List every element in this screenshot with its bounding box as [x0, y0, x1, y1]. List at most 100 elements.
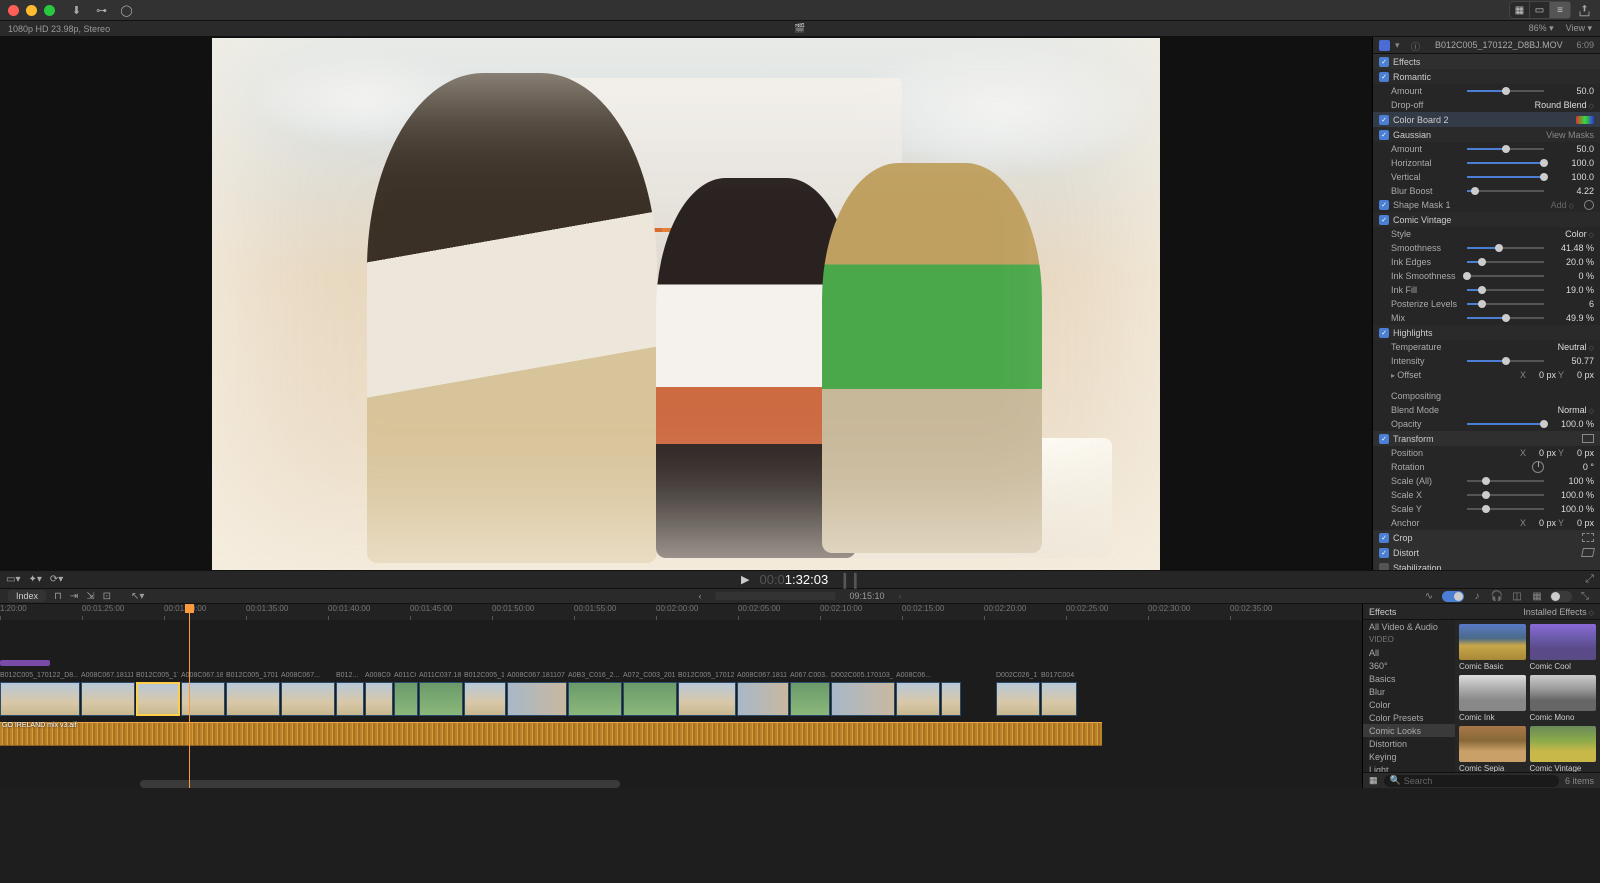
- fullscreen-icon[interactable]: ⤢: [1585, 573, 1594, 586]
- retime-tool-icon[interactable]: ⟳▾: [50, 574, 63, 585]
- skimming-switch[interactable]: [1442, 591, 1464, 602]
- timeline-clip[interactable]: [678, 682, 736, 716]
- clip-appearance-icon[interactable]: ▭▾: [6, 574, 20, 585]
- timeline-clip[interactable]: [464, 682, 506, 716]
- timeline-name[interactable]: [715, 592, 835, 600]
- hl-int-slider[interactable]: [1467, 360, 1544, 362]
- crop-onscreen-icon[interactable]: [1582, 533, 1594, 542]
- gaussian-horiz-value[interactable]: 100.0: [1552, 158, 1594, 168]
- scalex-slider[interactable]: [1467, 494, 1544, 496]
- timeline-clip[interactable]: [737, 682, 789, 716]
- zoom-window-button[interactable]: [44, 5, 55, 16]
- timeline-clip[interactable]: [281, 682, 335, 716]
- timeline-scrollbar[interactable]: [140, 780, 620, 788]
- shapemask-toggle[interactable]: [1379, 200, 1389, 210]
- timeline-clip[interactable]: [623, 682, 677, 716]
- layout-inspector-icon[interactable]: ≡: [1550, 2, 1570, 18]
- effect-item[interactable]: Comic Sepia: [1459, 726, 1526, 772]
- timeline-canvas[interactable]: 1:20:0000:01:25:0000:01:30:0000:01:35:00…: [0, 604, 1362, 788]
- timeline-clip[interactable]: [336, 682, 364, 716]
- gaussian-viewmasks[interactable]: View Masks: [1546, 130, 1594, 140]
- share-icon[interactable]: [1577, 3, 1592, 18]
- effects-category[interactable]: All: [1363, 646, 1455, 659]
- timeline-index-button[interactable]: Index: [8, 590, 46, 602]
- scaleall-value[interactable]: 100 %: [1552, 476, 1594, 486]
- snapping-icon[interactable]: ◫: [1510, 590, 1524, 602]
- gaussian-vert-value[interactable]: 100.0: [1552, 172, 1594, 182]
- effect-item[interactable]: Comic Vintage: [1530, 726, 1597, 772]
- anc-x-value[interactable]: 0 px: [1528, 518, 1556, 528]
- comic-edges-slider[interactable]: [1467, 261, 1544, 263]
- effect-item[interactable]: Comic Basic: [1459, 624, 1526, 671]
- comic-inksm-value[interactable]: 0 %: [1552, 271, 1594, 281]
- effects-library-dropdown[interactable]: Installed Effects: [1523, 607, 1594, 617]
- comic-fill-value[interactable]: 19.0 %: [1552, 285, 1594, 295]
- overwrite-tool-icon[interactable]: ⊡: [103, 591, 111, 602]
- timeline-clip[interactable]: [896, 682, 940, 716]
- effects-category[interactable]: 360°: [1363, 659, 1455, 672]
- insert-tool-icon[interactable]: ⇥: [70, 591, 78, 602]
- clapper-icon[interactable]: 🎬: [794, 23, 805, 34]
- comic-toggle[interactable]: [1379, 215, 1389, 225]
- connect-tool-icon[interactable]: ⊓: [54, 591, 62, 602]
- timeline-clip[interactable]: [1041, 682, 1077, 716]
- timeline-clip[interactable]: [136, 682, 180, 716]
- skimming-icon[interactable]: ∿: [1422, 590, 1436, 602]
- hl-temp-select[interactable]: Neutral: [1534, 342, 1594, 352]
- scalex-value[interactable]: 100.0 %: [1552, 490, 1594, 500]
- audio-track[interactable]: [0, 722, 1102, 746]
- colorboard-toggle[interactable]: [1379, 115, 1389, 125]
- crop-toggle[interactable]: [1379, 533, 1389, 543]
- pos-y-value[interactable]: 0 px: [1566, 448, 1594, 458]
- scaleall-slider[interactable]: [1467, 480, 1544, 482]
- timeline-clip[interactable]: [419, 682, 463, 716]
- effects-category[interactable]: Keying: [1363, 750, 1455, 763]
- zoom-dropdown[interactable]: 86% ▾: [1529, 23, 1554, 34]
- timeline-expand-icon[interactable]: ⤡: [1578, 590, 1592, 602]
- gaussian-horiz-slider[interactable]: [1467, 162, 1544, 164]
- comic-inksm-slider[interactable]: [1467, 275, 1544, 277]
- shapemask-circle-icon[interactable]: [1584, 200, 1594, 210]
- hl-int-value[interactable]: 50.77: [1552, 356, 1594, 366]
- effects-category[interactable]: Color: [1363, 698, 1455, 711]
- effect-item[interactable]: Comic Mono: [1530, 675, 1597, 722]
- layout-library-icon[interactable]: ▦: [1510, 2, 1530, 18]
- timeline-clip[interactable]: [996, 682, 1040, 716]
- select-tool-icon[interactable]: ↖▾: [131, 591, 144, 602]
- comic-style-select[interactable]: Color: [1534, 229, 1594, 239]
- timeline-clip[interactable]: [181, 682, 225, 716]
- rotation-value[interactable]: 0 °: [1552, 462, 1594, 472]
- hl-x-value[interactable]: 0 px: [1528, 370, 1556, 380]
- distort-onscreen-icon[interactable]: [1581, 548, 1595, 557]
- distort-toggle[interactable]: [1379, 548, 1389, 558]
- timeline-nav-back-icon[interactable]: ‹: [698, 591, 701, 601]
- scaley-value[interactable]: 100.0 %: [1552, 504, 1594, 514]
- gaussian-vert-slider[interactable]: [1467, 176, 1544, 178]
- effects-category[interactable]: Comic Looks: [1363, 724, 1455, 737]
- comic-mix-value[interactable]: 49.9 %: [1552, 313, 1594, 323]
- timeline-clip[interactable]: [831, 682, 895, 716]
- transform-toggle[interactable]: [1379, 434, 1389, 444]
- comic-fill-slider[interactable]: [1467, 289, 1544, 291]
- hl-y-value[interactable]: 0 px: [1566, 370, 1594, 380]
- append-tool-icon[interactable]: ⇲: [86, 591, 94, 602]
- pos-x-value[interactable]: 0 px: [1528, 448, 1556, 458]
- timeline-clip[interactable]: [941, 682, 961, 716]
- timeline-clip[interactable]: [365, 682, 393, 716]
- effects-category[interactable]: Light: [1363, 763, 1455, 772]
- timeline-clip[interactable]: [0, 682, 80, 716]
- effects-category[interactable]: Basics: [1363, 672, 1455, 685]
- timeline-clip[interactable]: [81, 682, 135, 716]
- timeline-clip[interactable]: [507, 682, 567, 716]
- effects-category[interactable]: Color Presets: [1363, 711, 1455, 724]
- gaussian-amount-slider[interactable]: [1467, 148, 1544, 150]
- effect-item[interactable]: Comic Cool: [1530, 624, 1597, 671]
- keyword-icon[interactable]: ⊶: [94, 3, 109, 18]
- romantic-toggle[interactable]: [1379, 72, 1389, 82]
- viewer[interactable]: [0, 37, 1372, 570]
- loop-icon[interactable]: ❙❙: [838, 570, 859, 590]
- stabilization-toggle[interactable]: [1379, 563, 1389, 571]
- effects-category[interactable]: All Video & Audio: [1363, 620, 1455, 633]
- timeline-clip[interactable]: [568, 682, 622, 716]
- workspace-segment[interactable]: ▦ ▭ ≡: [1509, 1, 1571, 19]
